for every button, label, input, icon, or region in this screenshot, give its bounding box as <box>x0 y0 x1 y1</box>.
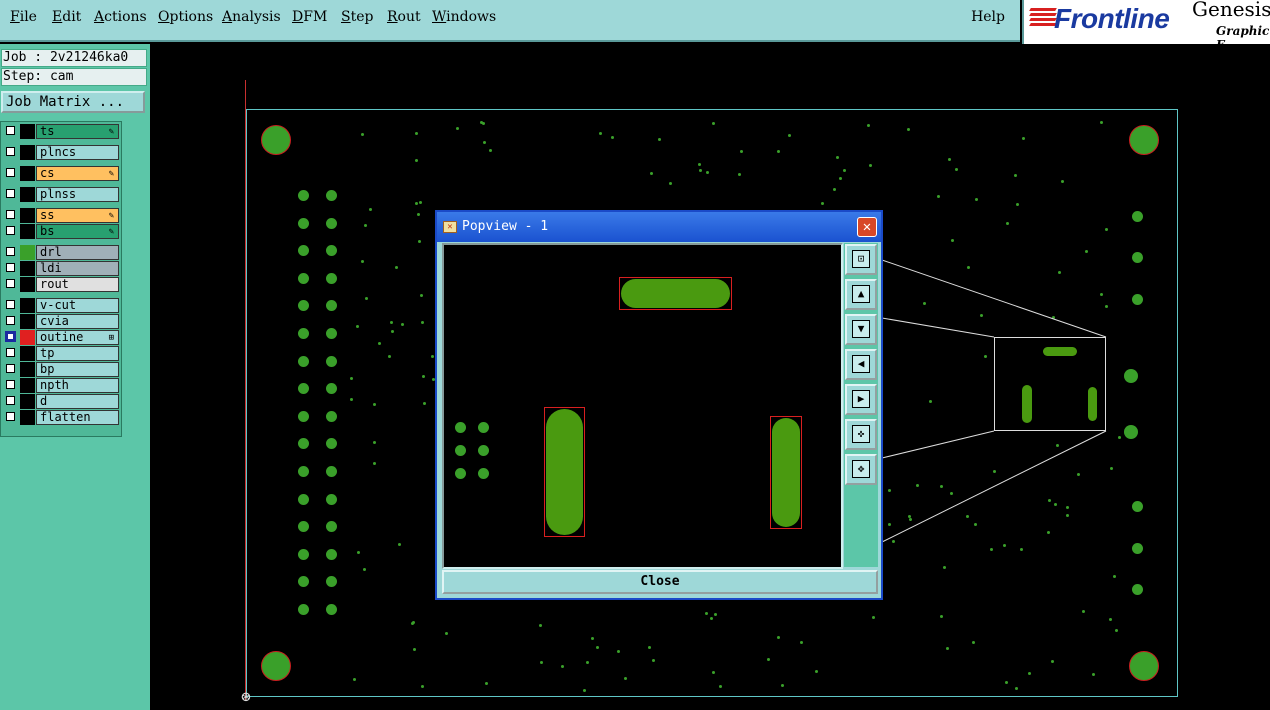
pad-small <box>478 445 489 456</box>
pad-oblong-right[interactable] <box>772 418 800 527</box>
zoom-fit-icon: ⊡ <box>852 250 870 268</box>
popview-canvas[interactable] <box>442 243 843 569</box>
pan-down-button[interactable]: ▼ <box>845 314 877 345</box>
close-icon[interactable]: ✕ <box>857 217 877 237</box>
arrow-up-icon: ▲ <box>852 285 870 303</box>
window-app-icon: ✕ <box>443 221 457 233</box>
zoom-region <box>994 337 1106 431</box>
pan-up-button[interactable]: ▲ <box>845 279 877 310</box>
popview-title: Popview - 1 <box>462 219 549 234</box>
arrow-right-icon: ▶ <box>852 390 870 408</box>
pan-left-button[interactable]: ◀ <box>845 349 877 380</box>
pad-small <box>478 422 489 433</box>
callout-pad-left <box>1022 385 1032 423</box>
pad-small <box>455 468 466 479</box>
callout-pad-right <box>1088 387 1097 421</box>
callout-pad-horizontal <box>1043 347 1077 356</box>
popview-toolbar: ⊡ ▲ ▼ ◀ ▶ ✜ ✥ <box>844 243 878 567</box>
popview-titlebar[interactable]: ✕ Popview - 1 ✕ <box>437 212 881 242</box>
pad-oblong-left[interactable] <box>546 409 583 535</box>
pad-small <box>455 422 466 433</box>
pad-oblong-horizontal[interactable] <box>621 279 730 308</box>
arrow-down-icon: ▼ <box>852 320 870 338</box>
popview-window: ✕ Popview - 1 ✕ ⊡ ▲ ▼ ◀ ▶ ✜ ✥ Close <box>435 210 883 600</box>
pad-small <box>478 468 489 479</box>
zoom-in-icon: ✜ <box>852 425 870 443</box>
zoom-fit-button[interactable]: ⊡ <box>845 244 877 275</box>
pad-small <box>455 445 466 456</box>
pan-right-button[interactable]: ▶ <box>845 384 877 415</box>
zoom-in-button[interactable]: ✜ <box>845 419 877 450</box>
zoom-out-button[interactable]: ✥ <box>845 454 877 485</box>
arrow-left-icon: ◀ <box>852 355 870 373</box>
close-button[interactable]: Close <box>442 570 878 594</box>
zoom-out-icon: ✥ <box>852 460 870 478</box>
